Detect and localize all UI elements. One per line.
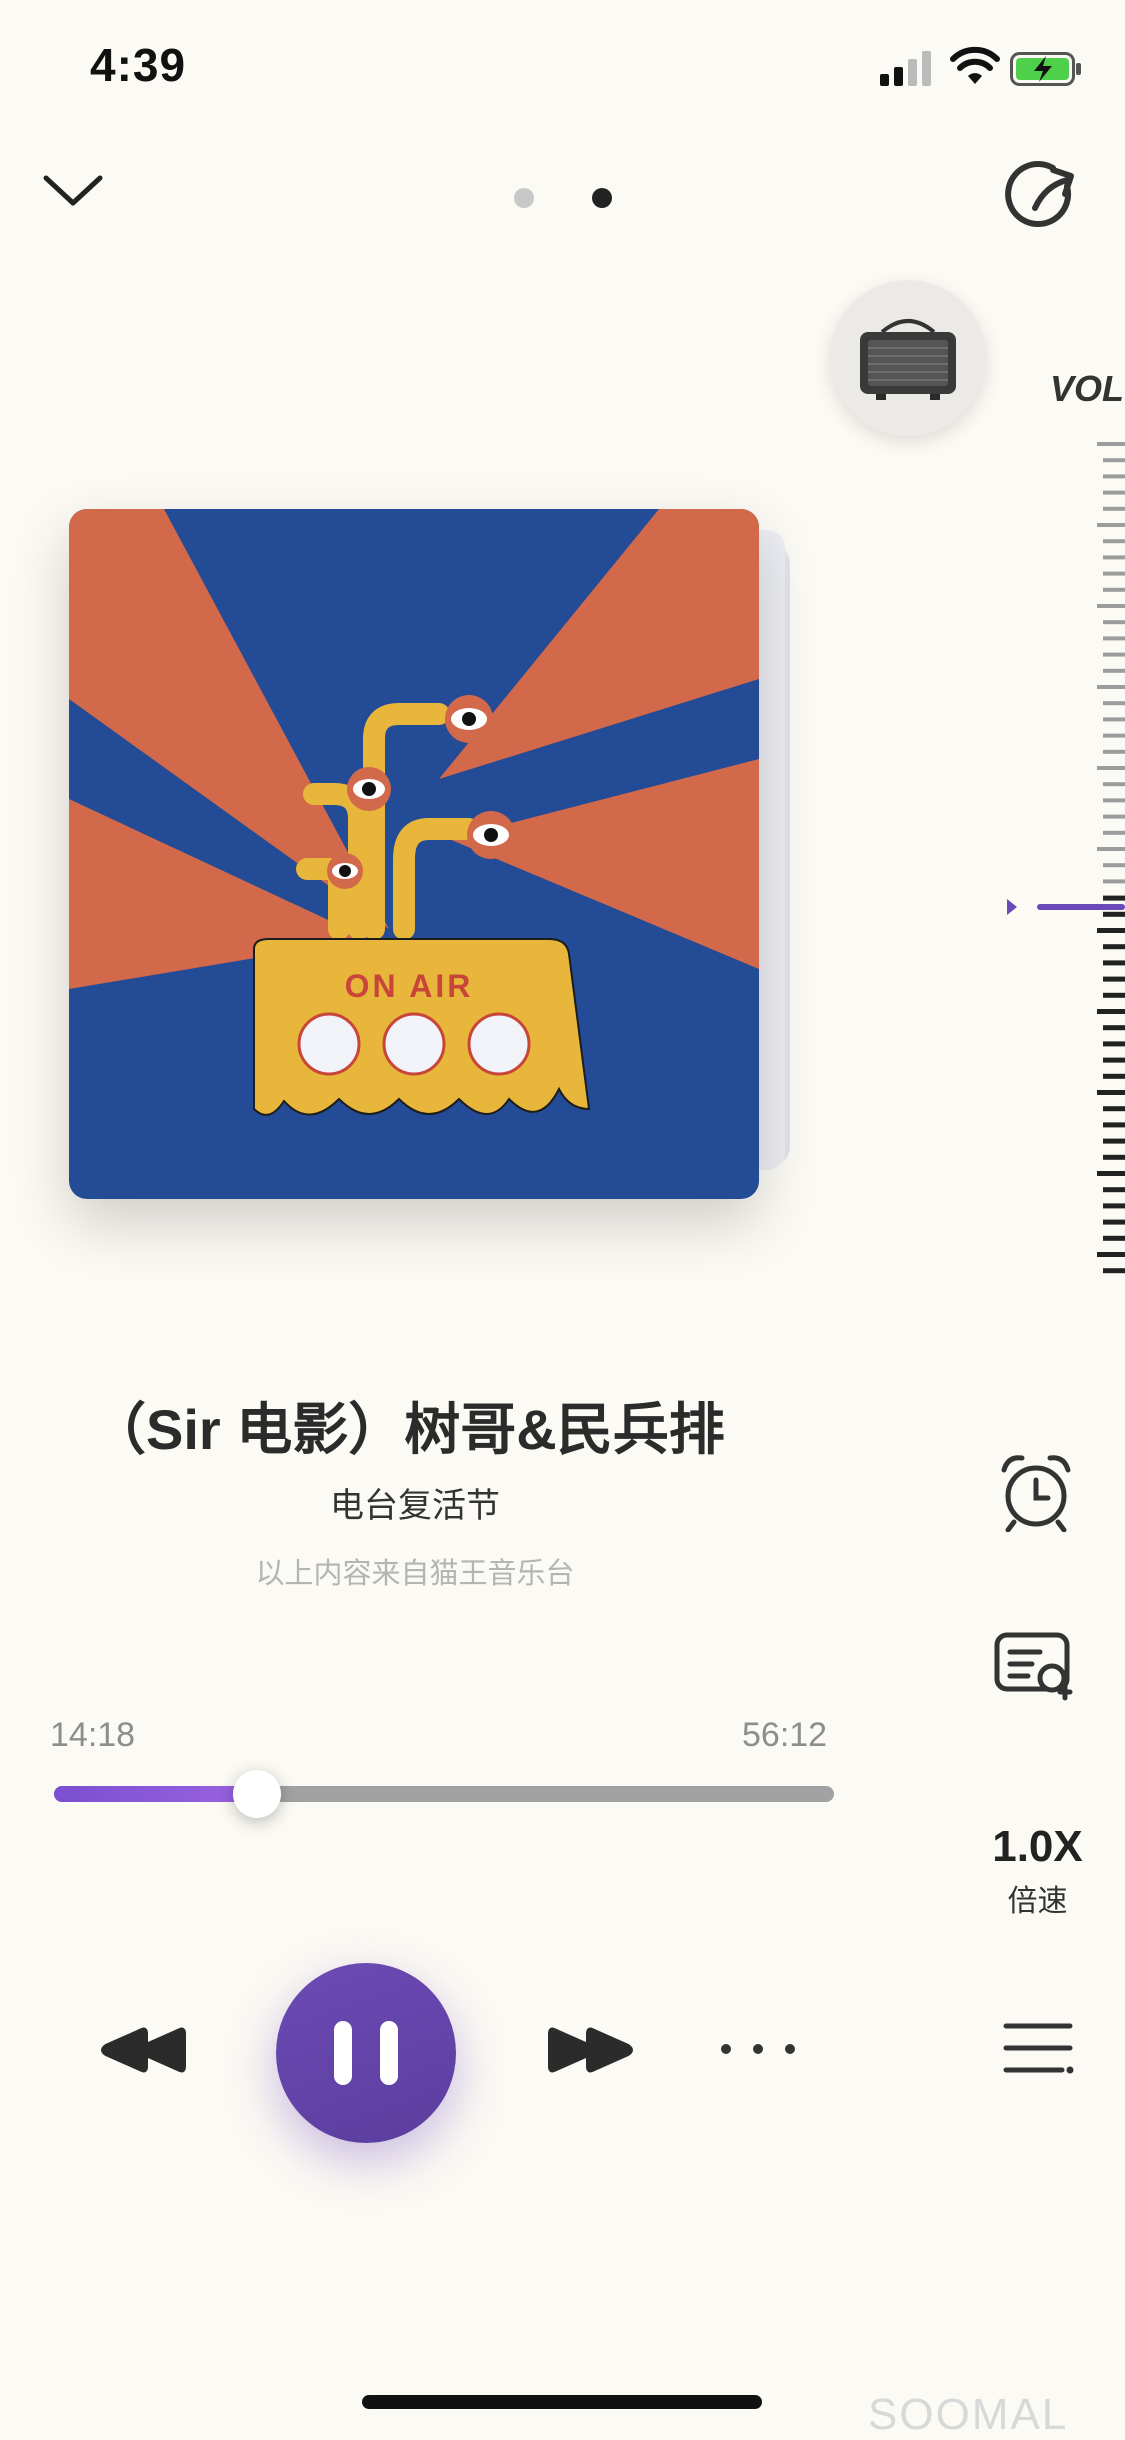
volume-tick <box>1103 1122 1125 1128</box>
fast-forward-icon[interactable] <box>546 2022 636 2078</box>
volume-tick <box>1103 620 1125 625</box>
current-time: 14:18 <box>50 1716 136 1754</box>
pause-icon <box>334 2021 352 2085</box>
volume-slider[interactable] <box>1090 438 1125 1278</box>
add-to-playlist-icon[interactable] <box>994 1632 1074 1702</box>
volume-tick <box>1103 555 1125 560</box>
volume-tick <box>1103 749 1125 754</box>
volume-tick <box>1103 571 1125 576</box>
wifi-icon <box>950 46 1000 84</box>
album-art[interactable]: ON AIR <box>69 509 759 1199</box>
volume-tick <box>1103 490 1125 495</box>
volume-tick <box>1103 830 1125 835</box>
volume-tick <box>1103 1203 1125 1209</box>
volume-tick <box>1103 506 1125 511</box>
volume-tick <box>1103 1219 1125 1225</box>
volume-tick <box>1097 847 1125 851</box>
track-source: 以上内容来自猫王音乐台 <box>255 1558 575 1590</box>
volume-tick <box>1103 879 1125 884</box>
volume-tick <box>1103 782 1125 787</box>
volume-tick <box>1103 1138 1125 1144</box>
progress-track[interactable] <box>54 1786 834 1802</box>
progress-knob[interactable] <box>232 1770 281 1818</box>
volume-tick <box>1103 992 1125 998</box>
share-icon[interactable] <box>1005 158 1083 236</box>
pause-button[interactable] <box>276 1963 456 2143</box>
playback-speed-label[interactable]: 倍速 <box>985 1876 1090 1920</box>
volume-tick <box>1097 685 1125 689</box>
volume-tick <box>1097 1090 1125 1095</box>
volume-tick <box>1103 1025 1125 1031</box>
volume-tick <box>1103 717 1125 722</box>
volume-tick <box>1103 944 1125 950</box>
volume-tick <box>1103 1041 1125 1047</box>
track-title: （Sir 电影）树哥&民兵排 <box>90 1398 725 1461</box>
radio-speaker-icon <box>860 319 956 400</box>
volume-slider-handle[interactable] <box>1005 893 1125 921</box>
volume-tick <box>1097 442 1125 446</box>
home-indicator[interactable] <box>362 2395 762 2409</box>
volume-tick <box>1103 733 1125 738</box>
page-indicator-dot-active[interactable] <box>592 188 612 208</box>
volume-tick <box>1103 814 1125 819</box>
volume-tick <box>1103 863 1125 868</box>
volume-tick <box>1103 1154 1125 1160</box>
signal-icon <box>880 51 931 86</box>
more-options-icon[interactable] <box>716 2038 800 2060</box>
alarm-clock-icon[interactable] <box>998 1452 1074 1532</box>
album-art-caption: ON AIR <box>345 968 474 1004</box>
volume-tick <box>1103 1057 1125 1063</box>
volume-tick <box>1103 652 1125 657</box>
status-time: 4:39 <box>90 39 187 91</box>
volume-tick <box>1103 1235 1125 1241</box>
volume-tick <box>1103 1187 1125 1193</box>
watermark: SOOMAL <box>868 2390 1069 2439</box>
progress-fill <box>54 1786 257 1802</box>
volume-tick <box>1103 458 1125 463</box>
total-time: 56:12 <box>742 1716 828 1754</box>
volume-tick <box>1097 1171 1125 1176</box>
volume-tick <box>1097 766 1125 770</box>
battery-charging-icon <box>1010 52 1081 86</box>
playback-speed-value[interactable]: 1.0X <box>985 1822 1090 1872</box>
pause-icon <box>380 2021 398 2085</box>
volume-label: VOL <box>1050 368 1125 409</box>
volume-tick <box>1103 798 1125 803</box>
volume-tick <box>1097 523 1125 527</box>
volume-tick <box>1103 668 1125 673</box>
volume-tick <box>1103 1268 1125 1274</box>
volume-tick <box>1097 928 1125 933</box>
volume-tick <box>1103 976 1125 982</box>
volume-tick <box>1103 636 1125 641</box>
collapse-chevron-icon[interactable] <box>40 170 106 210</box>
volume-tick <box>1103 587 1125 592</box>
volume-tick <box>1103 1106 1125 1112</box>
volume-tick <box>1103 701 1125 706</box>
volume-tick <box>1097 1009 1125 1014</box>
volume-tick <box>1097 604 1125 608</box>
volume-tick <box>1103 474 1125 479</box>
queue-list-icon[interactable] <box>1002 2020 1074 2078</box>
speaker-device-button[interactable] <box>830 280 986 436</box>
volume-tick <box>1103 1073 1125 1079</box>
volume-tick <box>1097 1252 1125 1257</box>
track-subtitle[interactable]: 电台复活节 <box>0 1478 830 1527</box>
volume-tick <box>1103 960 1125 966</box>
rewind-icon[interactable] <box>98 2022 188 2078</box>
page-indicator-dot[interactable] <box>514 188 534 208</box>
volume-tick <box>1103 539 1125 544</box>
